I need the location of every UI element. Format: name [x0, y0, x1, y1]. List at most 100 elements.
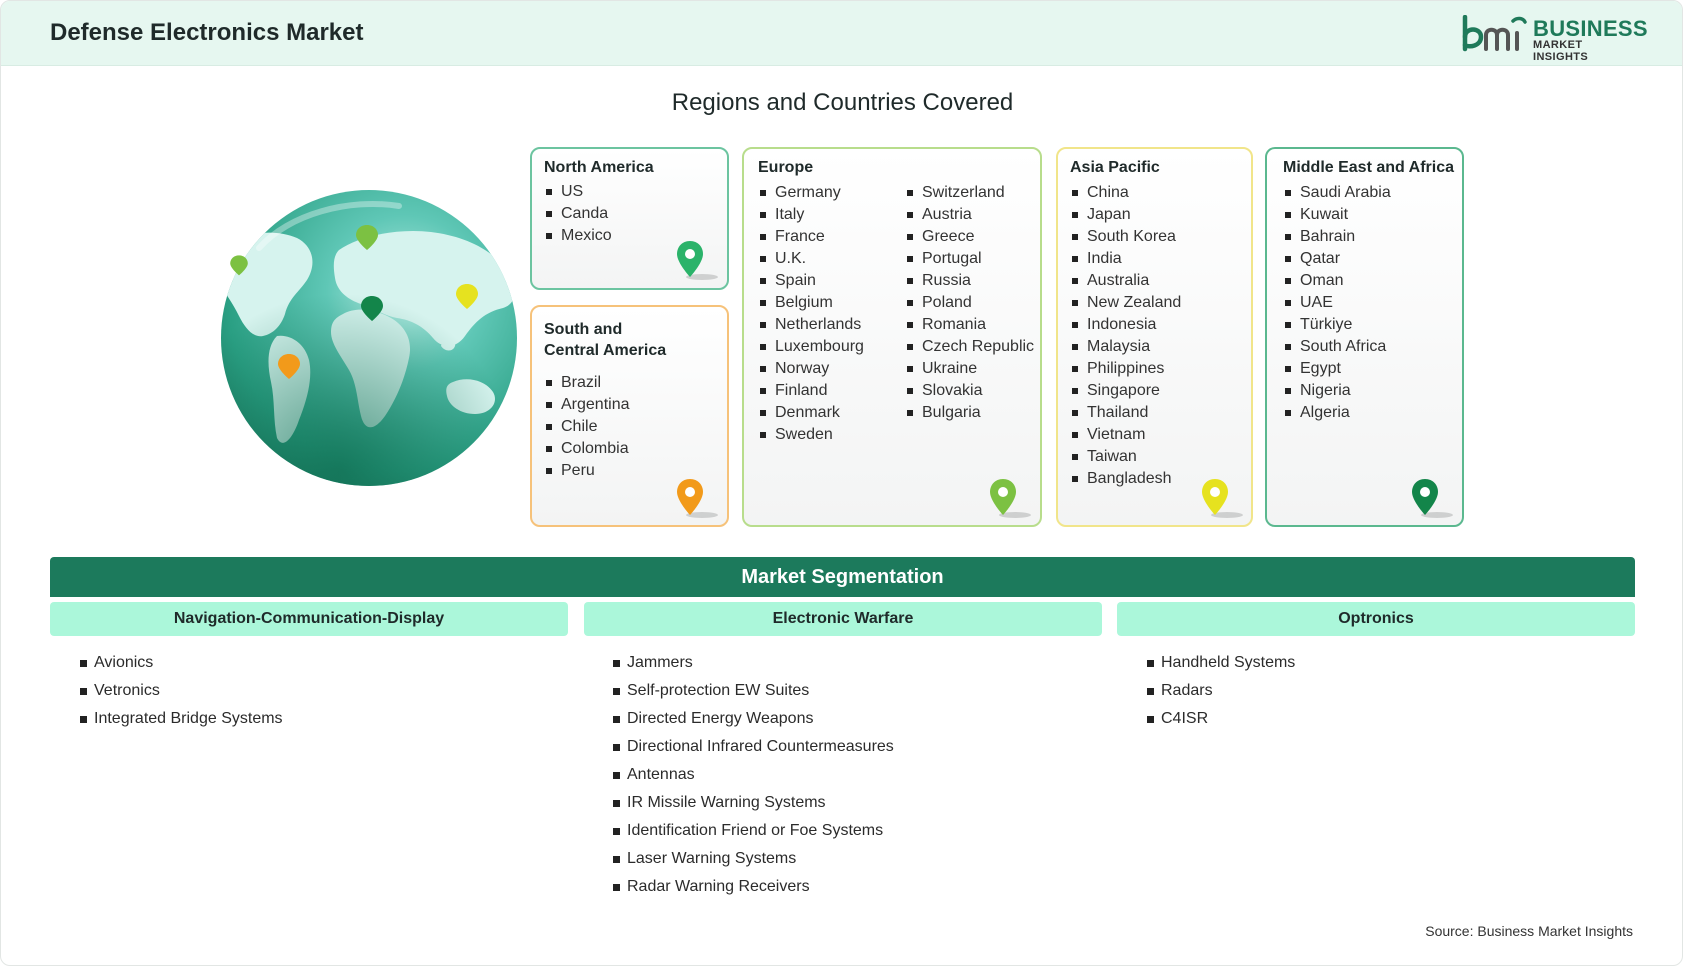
list-item: Russia	[905, 270, 1034, 292]
list-item: Bulgaria	[905, 402, 1034, 424]
list-item: Philippines	[1070, 358, 1181, 380]
list-item: Vetronics	[79, 680, 283, 708]
region-title: North America	[544, 159, 654, 176]
list-item: Luxembourg	[758, 336, 864, 358]
list-item: Egypt	[1283, 358, 1391, 380]
list-item: Identification Friend or Foe Systems	[612, 820, 894, 848]
list-item: Colombia	[544, 438, 630, 460]
list-item: C4ISR	[1146, 708, 1295, 736]
region-title: Asia Pacific	[1070, 159, 1160, 176]
list-item: Directional Infrared Countermeasures	[612, 736, 894, 764]
list-item: Poland	[905, 292, 1034, 314]
market-segmentation-banner: Market Segmentation	[50, 557, 1635, 597]
list-item: Malaysia	[1070, 336, 1181, 358]
list-item: Mexico	[544, 225, 612, 247]
bmi-logo: BUSINESS MARKET INSIGHTS	[1461, 15, 1648, 63]
country-list: Saudi Arabia Kuwait Bahrain Qatar Oman U…	[1283, 182, 1391, 424]
list-item: Singapore	[1070, 380, 1181, 402]
list-item: Handheld Systems	[1146, 652, 1295, 680]
segment-list-navigation: Avionics Vetronics Integrated Bridge Sys…	[79, 652, 283, 736]
list-item: U.K.	[758, 248, 864, 270]
list-item: Jammers	[612, 652, 894, 680]
list-item: Belgium	[758, 292, 864, 314]
country-list-column-1: Germany Italy France U.K. Spain Belgium …	[758, 182, 864, 446]
list-item: Peru	[544, 460, 630, 482]
list-item: UAE	[1283, 292, 1391, 314]
list-item: Vietnam	[1070, 424, 1181, 446]
list-item: Australia	[1070, 270, 1181, 292]
header-bar: Defense Electronics Market BUSINESS MARK…	[1, 1, 1682, 66]
list-item: Kuwait	[1283, 204, 1391, 226]
list-item: Algeria	[1283, 402, 1391, 424]
list-item: Avionics	[79, 652, 283, 680]
segment-heading-optronics: Optronics	[1117, 602, 1635, 636]
globe-illustration	[221, 190, 517, 486]
list-item: Qatar	[1283, 248, 1391, 270]
list-item: Bahrain	[1283, 226, 1391, 248]
country-list-column-2: Switzerland Austria Greece Portugal Russ…	[905, 182, 1034, 424]
region-card-north-america: North America US Canda Mexico	[530, 147, 729, 290]
list-item: Denmark	[758, 402, 864, 424]
list-item: Norway	[758, 358, 864, 380]
list-item: Slovakia	[905, 380, 1034, 402]
page-frame: Defense Electronics Market BUSINESS MARK…	[0, 0, 1683, 966]
segment-heading-electronic-warfare: Electronic Warfare	[584, 602, 1102, 636]
list-item: IR Missile Warning Systems	[612, 792, 894, 820]
list-item: France	[758, 226, 864, 248]
map-pin-icon	[1412, 479, 1453, 518]
list-item: Romania	[905, 314, 1034, 336]
country-list: China Japan South Korea India Australia …	[1070, 182, 1181, 490]
list-item: Brazil	[544, 372, 630, 394]
bmi-logo-icon	[1462, 15, 1527, 52]
region-title: Middle East and Africa	[1283, 159, 1454, 176]
logo-wordmark-secondary: MARKET INSIGHTS	[1533, 39, 1589, 63]
list-item: Greece	[905, 226, 1034, 248]
list-item: Thailand	[1070, 402, 1181, 424]
list-item: Bangladesh	[1070, 468, 1181, 490]
map-pin-icon	[677, 479, 718, 518]
list-item: India	[1070, 248, 1181, 270]
list-item: New Zealand	[1070, 292, 1181, 314]
list-item: Radars	[1146, 680, 1295, 708]
region-title-line: Central America	[544, 342, 667, 359]
region-card-asia-pacific: Asia Pacific China Japan South Korea Ind…	[1056, 147, 1253, 527]
list-item: Finland	[758, 380, 864, 402]
regions-section-title: Regions and Countries Covered	[671, 89, 1014, 116]
list-item: Nigeria	[1283, 380, 1391, 402]
list-item: Indonesia	[1070, 314, 1181, 336]
list-item: Saudi Arabia	[1283, 182, 1391, 204]
list-item: Taiwan	[1070, 446, 1181, 468]
list-item: South Korea	[1070, 226, 1181, 248]
region-card-south-central-america: South and Central America Brazil Argenti…	[530, 305, 729, 527]
segment-heading-navigation: Navigation-Communication-Display	[50, 602, 568, 636]
list-item: Netherlands	[758, 314, 864, 336]
list-item: Canda	[544, 203, 612, 225]
list-item: Integrated Bridge Systems	[79, 708, 283, 736]
list-item: Argentina	[544, 394, 630, 416]
list-item: Japan	[1070, 204, 1181, 226]
list-item: Oman	[1283, 270, 1391, 292]
map-pin-icon	[990, 479, 1031, 518]
list-item: Germany	[758, 182, 864, 204]
list-item: South Africa	[1283, 336, 1391, 358]
country-list: US Canda Mexico	[544, 181, 612, 247]
segment-list-optronics: Handheld Systems Radars C4ISR	[1146, 652, 1295, 736]
list-item: Spain	[758, 270, 864, 292]
list-item: Laser Warning Systems	[612, 848, 894, 876]
map-pin-icon	[677, 241, 718, 280]
region-card-europe: Europe Germany Italy France U.K. Spain B…	[742, 147, 1042, 527]
list-item: Chile	[544, 416, 630, 438]
map-pin-icon	[1202, 479, 1243, 518]
region-title: Europe	[758, 159, 814, 176]
list-item: China	[1070, 182, 1181, 204]
list-item: Radar Warning Receivers	[612, 876, 894, 904]
page-title: Defense Electronics Market	[50, 19, 364, 46]
list-item: Self-protection EW Suites	[612, 680, 894, 708]
list-item: Türkiye	[1283, 314, 1391, 336]
region-title-line: South and	[544, 321, 623, 338]
list-item: Portugal	[905, 248, 1034, 270]
region-title: South and Central America	[544, 319, 666, 361]
list-item: Switzerland	[905, 182, 1034, 204]
region-card-middle-east-africa: Middle East and Africa Saudi Arabia Kuwa…	[1265, 147, 1464, 527]
list-item: Sweden	[758, 424, 864, 446]
